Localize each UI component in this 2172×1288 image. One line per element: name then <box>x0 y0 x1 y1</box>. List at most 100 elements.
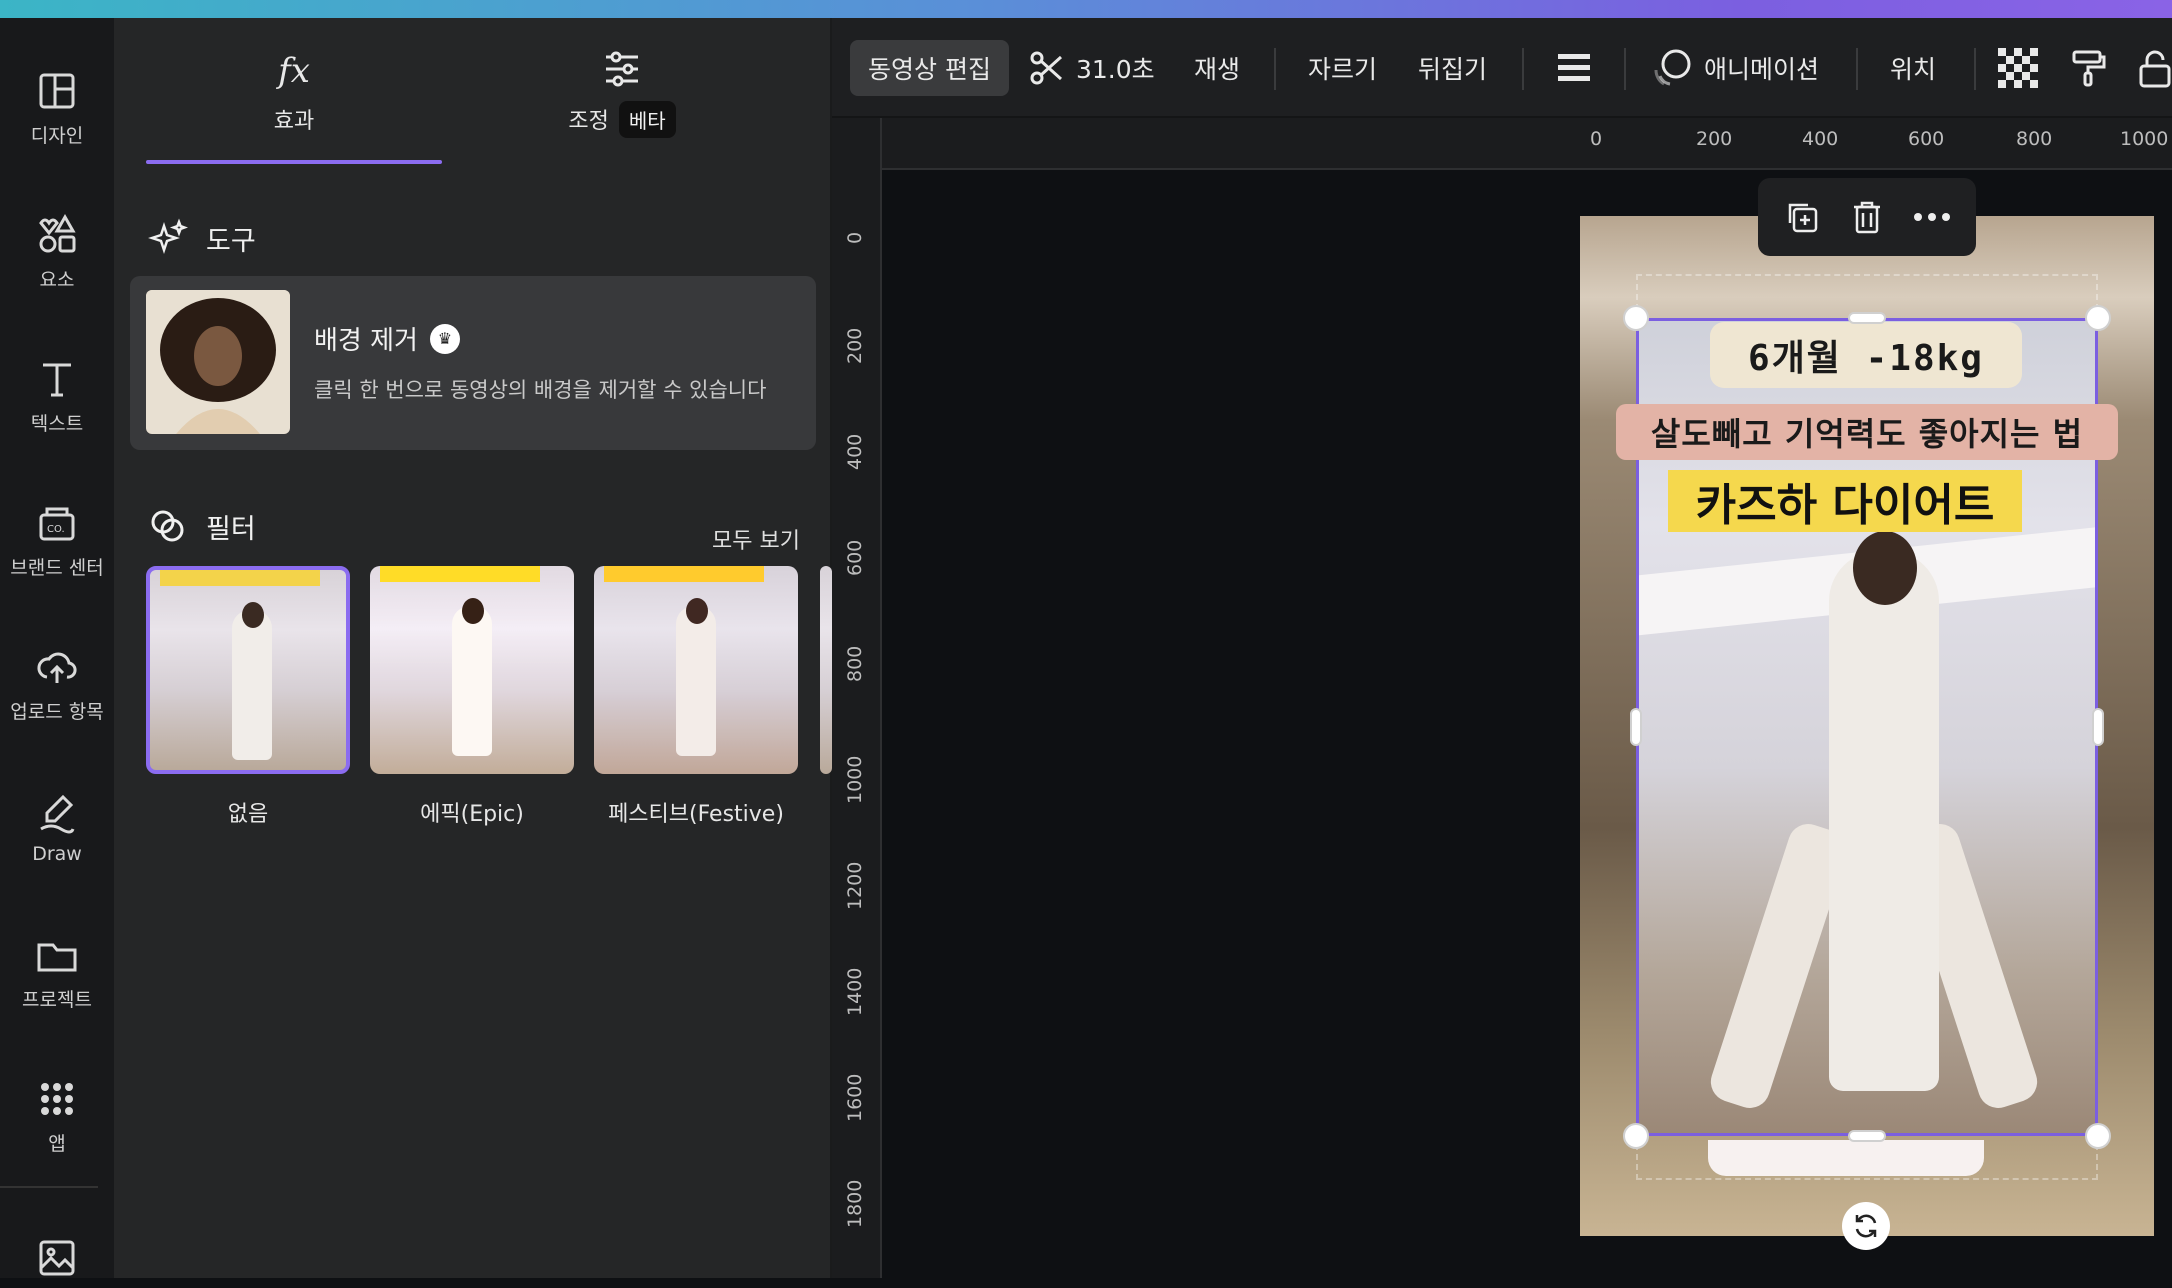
edit-video-button[interactable]: 동영상 편집 <box>850 40 1009 96</box>
play-button[interactable]: 재생 <box>1194 40 1240 96</box>
toolbar-divider <box>1522 48 1524 90</box>
rail-item-projects[interactable]: 프로젝트 <box>0 912 114 1032</box>
folder-icon <box>37 943 77 971</box>
thumb-head <box>242 602 264 628</box>
section-title: 도구 <box>206 225 256 257</box>
copy-style-button[interactable] <box>2068 40 2108 96</box>
ruler-tick-label: 200 <box>1696 128 1733 150</box>
thumb-head <box>462 598 484 624</box>
resize-handle-bottom[interactable] <box>1848 1130 1886 1142</box>
horizontal-ruler: 0 200 400 600 800 1000 <box>882 118 2172 170</box>
text-icon <box>43 363 71 396</box>
bg-remover-title: 배경 제거 <box>314 326 418 356</box>
ruler-tick-label: 200 <box>844 327 866 364</box>
thumb-head <box>686 598 708 624</box>
scissors-icon <box>1030 51 1063 85</box>
duplicate-icon[interactable] <box>1782 197 1822 237</box>
apps-grid-icon <box>41 1082 73 1115</box>
image-icon <box>39 1240 75 1276</box>
ruler-tick-label: 1400 <box>844 967 866 1016</box>
lock-button[interactable] <box>2138 40 2172 96</box>
tools-heading: 도구 <box>148 218 256 258</box>
rotate-icon <box>1855 1214 1877 1238</box>
thumb-figure <box>676 606 716 756</box>
rotate-handle[interactable] <box>1842 1202 1890 1250</box>
position-button[interactable]: 위치 <box>1890 40 1936 96</box>
ruler-tick-label: 1600 <box>844 1073 866 1122</box>
resize-handle-top[interactable] <box>1848 312 1886 324</box>
left-rail: 디자인 요소 텍스트 CO. 브랜드 센터 업로드 항목 Draw 프로젝트 앱 <box>0 18 114 1278</box>
more-options-icon[interactable] <box>1912 197 1952 237</box>
sparkles-icon <box>148 218 188 254</box>
trash-icon[interactable] <box>1847 197 1887 237</box>
layout-icon <box>39 73 75 108</box>
rail-item-brand[interactable]: CO. 브랜드 센터 <box>0 480 114 600</box>
sliders-icon <box>606 51 638 86</box>
top-toolbar: 동영상 편집 31.0초 재생 자르기 뒤집기 애니메이션 위치 <box>832 18 2172 118</box>
flip-button[interactable]: 뒤집기 <box>1418 40 1487 96</box>
tab-label: 효과 <box>273 109 315 134</box>
rail-label: 앱 <box>48 1132 66 1155</box>
resize-handle-right[interactable] <box>2092 708 2104 746</box>
toolbar-divider <box>1856 48 1858 90</box>
element-context-toolbar <box>1758 178 1976 256</box>
brand-icon: CO. <box>39 507 75 540</box>
bottom-caption-shape[interactable] <box>1708 1140 1984 1176</box>
ruler-tick-label: 600 <box>844 539 866 576</box>
trim-duration-button[interactable]: 31.0초 <box>1028 40 1155 96</box>
rail-item-draw[interactable]: Draw <box>0 768 114 888</box>
resize-handle-bottom-left[interactable] <box>1623 1123 1649 1149</box>
filter-circles-icon <box>151 510 184 542</box>
rail-item-design[interactable]: 디자인 <box>0 48 114 168</box>
rail-label: Draw <box>32 843 82 865</box>
background-remover-card[interactable]: 배경 제거 ♛ 클릭 한 번으로 동영상의 배경을 제거할 수 있습니다 <box>130 276 816 450</box>
rail-label: 텍스트 <box>30 412 84 435</box>
ruler-tick-label: 0 <box>844 231 866 244</box>
see-all-link[interactable]: 모두 보기 <box>712 523 800 555</box>
filter-next-partial[interactable] <box>820 566 832 774</box>
tab-label: 조정 <box>568 109 609 134</box>
caption-line-2[interactable]: 살도빼고 기억력도 좋아지는 법 <box>1616 404 2118 460</box>
resize-handle-left[interactable] <box>1630 708 1642 746</box>
crop-button[interactable]: 자르기 <box>1308 40 1377 96</box>
ruler-tick-label: 1000 <box>2120 128 2169 150</box>
ruler-tick-label: 600 <box>1908 128 1945 150</box>
rail-item-text[interactable]: 텍스트 <box>0 336 114 456</box>
rail-item-elements[interactable]: 요소 <box>0 192 114 312</box>
lock-icon <box>2139 50 2171 88</box>
tab-effects[interactable]: fx 효과 <box>146 18 442 166</box>
bg-remover-description: 클릭 한 번으로 동영상의 배경을 제거할 수 있습니다 <box>314 378 767 402</box>
caption-line-3[interactable]: 카즈하 다이어트 <box>1668 470 2022 532</box>
upload-icon <box>37 652 77 683</box>
active-tab-indicator <box>146 160 442 164</box>
shapes-icon <box>39 213 76 252</box>
filter-label: 없음 <box>227 802 269 827</box>
resize-handle-top-right[interactable] <box>2085 305 2111 331</box>
ruler-tick-label: 800 <box>2016 128 2053 150</box>
transparency-checker-icon <box>1998 48 2038 88</box>
animation-label: 애니메이션 <box>1704 55 1820 84</box>
rail-label: 요소 <box>39 268 75 291</box>
toolbar-divider <box>1624 48 1626 90</box>
tab-adjust[interactable]: 조정 베타 <box>474 18 770 166</box>
caption-line-1[interactable]: 6개월 -18kg <box>1710 322 2022 388</box>
filters-heading: 필터 <box>148 506 256 546</box>
rail-item-apps[interactable]: 앱 <box>0 1056 114 1176</box>
animation-button[interactable]: 애니메이션 <box>1650 40 1819 96</box>
rail-item-photos[interactable] <box>0 1228 114 1288</box>
resize-handle-bottom-right[interactable] <box>2085 1123 2111 1149</box>
svg-text:CO.: CO. <box>47 524 65 535</box>
crown-icon: ♛ <box>429 323 460 354</box>
ruler-tick-label: 400 <box>844 433 866 470</box>
filter-none[interactable] <box>146 566 350 774</box>
filter-epic[interactable] <box>370 566 574 774</box>
transparency-button[interactable] <box>1998 40 2038 96</box>
menu-lines-icon <box>1558 54 1590 81</box>
fx-icon: fx <box>278 51 310 91</box>
resize-handle-top-left[interactable] <box>1623 305 1649 331</box>
ruler-tick-label: 1800 <box>844 1179 866 1228</box>
rail-item-uploads[interactable]: 업로드 항목 <box>0 624 114 744</box>
align-lines-button[interactable] <box>1554 40 1594 96</box>
top-gradient-bar <box>0 0 2172 18</box>
filter-festive[interactable] <box>594 566 798 774</box>
